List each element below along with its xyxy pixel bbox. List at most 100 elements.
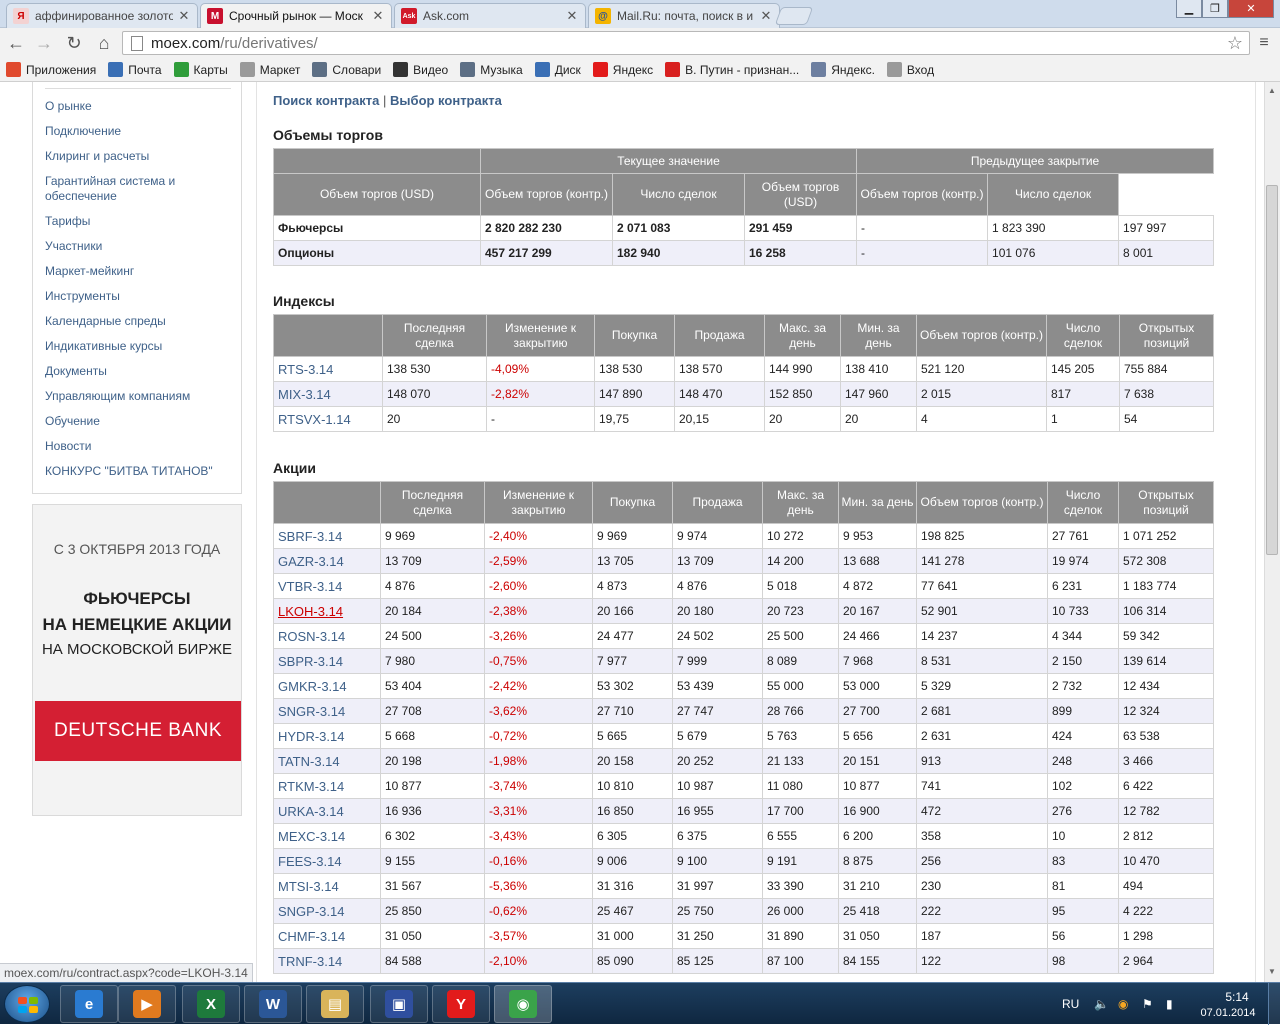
sidebar-item[interactable]: Управляющим компаниям bbox=[45, 389, 235, 404]
contract-link[interactable]: GMKR-3.14 bbox=[273, 673, 381, 699]
reload-icon[interactable]: ↻ bbox=[62, 32, 86, 54]
sidebar-item[interactable]: О рынке bbox=[45, 99, 235, 114]
bookmark-item[interactable]: Карты bbox=[173, 62, 228, 77]
bookmark-item[interactable]: Вход bbox=[886, 62, 934, 77]
address-bar[interactable]: moex.com/ru/derivatives/ ☆ bbox=[122, 31, 1250, 55]
contract-link[interactable]: RTSVX-1.14 bbox=[273, 406, 383, 432]
show-desktop-button[interactable] bbox=[1268, 983, 1280, 1025]
tab-moex[interactable]: М Срочный рынок — Моск ✕ bbox=[200, 3, 392, 28]
contract-link[interactable]: ROSN-3.14 bbox=[273, 623, 381, 649]
sidebar-item[interactable]: Маркет-мейкинг bbox=[45, 264, 235, 279]
contract-link[interactable]: SNGR-3.14 bbox=[273, 698, 381, 724]
bookmark-item[interactable]: Почта bbox=[108, 62, 162, 77]
table-cell: 222 bbox=[916, 898, 1048, 924]
choose-contract-link[interactable]: Выбор контракта bbox=[390, 93, 502, 108]
deutsche-bank-banner[interactable]: С 3 ОКТЯБРЯ 2013 ГОДА ФЬЮЧЕРСЫ НА НЕМЕЦК… bbox=[32, 504, 242, 816]
contract-link[interactable]: FEES-3.14 bbox=[273, 848, 381, 874]
flag-icon[interactable]: ⚑ bbox=[1142, 997, 1153, 1011]
contract-link[interactable]: HYDR-3.14 bbox=[273, 723, 381, 749]
tab-title: Mail.Ru: почта, поиск в и bbox=[617, 9, 754, 23]
bookmark-label: Словари bbox=[332, 62, 382, 77]
menu-icon[interactable]: ≡ bbox=[1252, 32, 1276, 54]
taskbar-excel-button[interactable]: X bbox=[182, 985, 240, 1023]
sidebar-item[interactable]: Клиринг и расчеты bbox=[45, 149, 235, 164]
bookmark-item[interactable]: Диск bbox=[534, 62, 581, 77]
contract-link[interactable]: GAZR-3.14 bbox=[273, 548, 381, 574]
tab-mailru[interactable]: @ Mail.Ru: почта, поиск в и ✕ bbox=[588, 3, 780, 28]
contract-link[interactable]: RTS-3.14 bbox=[273, 356, 383, 382]
sidebar-item[interactable]: Гарантийная система и обеспечение bbox=[45, 174, 235, 204]
bookmark-star-icon[interactable]: ☆ bbox=[1227, 33, 1243, 54]
scroll-up-icon[interactable]: ▲ bbox=[1266, 86, 1278, 98]
contract-link[interactable]: MTSI-3.14 bbox=[273, 873, 381, 899]
home-icon[interactable]: ⌂ bbox=[92, 32, 116, 54]
sidebar-item[interactable]: Новости bbox=[45, 439, 235, 454]
taskbar-media-player-button[interactable]: ▶ bbox=[118, 985, 176, 1023]
sidebar-item[interactable]: Обучение bbox=[45, 414, 235, 429]
close-icon[interactable]: ✕ bbox=[759, 8, 773, 24]
language-indicator[interactable]: RU bbox=[1062, 997, 1079, 1011]
contract-link[interactable]: SNGP-3.14 bbox=[273, 898, 381, 924]
volume-icon[interactable]: 🔈 bbox=[1094, 997, 1109, 1011]
table-cell: 20 bbox=[764, 406, 841, 432]
banner-date: С 3 ОКТЯБРЯ 2013 ГОДА bbox=[53, 541, 221, 557]
bookmark-item[interactable]: Яндекс. bbox=[811, 62, 875, 77]
search-contract-link[interactable]: Поиск контракта bbox=[273, 93, 379, 108]
tray-app-icon[interactable]: ◉ bbox=[1118, 997, 1128, 1011]
sidebar-item[interactable]: КОНКУРС "БИТВА ТИТАНОВ" bbox=[45, 464, 235, 479]
contract-link[interactable]: TATN-3.14 bbox=[273, 748, 381, 774]
table-cell: 25 750 bbox=[672, 898, 763, 924]
contract-link[interactable]: RTKM-3.14 bbox=[273, 773, 381, 799]
column-header: Число сделок bbox=[1046, 314, 1120, 357]
contract-link[interactable]: CHMF-3.14 bbox=[273, 923, 381, 949]
sidebar-item[interactable]: Участники bbox=[45, 239, 235, 254]
sidebar-item[interactable]: Тарифы bbox=[45, 214, 235, 229]
bookmark-item[interactable]: Словари bbox=[312, 62, 381, 77]
contract-link[interactable]: MEXC-3.14 bbox=[273, 823, 381, 849]
maximize-button[interactable]: ❐ bbox=[1202, 0, 1228, 18]
bookmark-item[interactable]: Приложения bbox=[6, 62, 96, 77]
bookmark-item[interactable]: Маркет bbox=[239, 62, 300, 77]
scroll-down-icon[interactable]: ▼ bbox=[1266, 967, 1278, 979]
table-cell: 148 470 bbox=[674, 381, 765, 407]
tab-ask[interactable]: Ask Ask.com ✕ bbox=[394, 3, 586, 28]
sidebar-item[interactable]: Подключение bbox=[45, 124, 235, 139]
bookmark-item[interactable]: Музыка bbox=[460, 62, 523, 77]
sidebar-item[interactable]: Индикативные курсы bbox=[45, 339, 235, 354]
bookmark-item[interactable]: Яндекс bbox=[592, 62, 653, 77]
clock-date[interactable]: 07.01.2014 bbox=[1196, 1007, 1260, 1019]
sidebar-item[interactable]: Документы bbox=[45, 364, 235, 379]
minimize-button[interactable]: ▁ bbox=[1176, 0, 1202, 18]
close-icon[interactable]: ✕ bbox=[371, 8, 385, 24]
clock-time[interactable]: 5:14 bbox=[1212, 990, 1262, 1004]
network-icon[interactable]: ▮ bbox=[1166, 997, 1173, 1011]
taskbar-save-app-button[interactable]: ▣ bbox=[370, 985, 428, 1023]
contract-link[interactable]: SBPR-3.14 bbox=[273, 648, 381, 674]
table-cell: 5 656 bbox=[838, 723, 917, 749]
back-arrow-icon[interactable]: ← bbox=[4, 32, 28, 54]
contract-link[interactable]: TRNF-3.14 bbox=[273, 948, 381, 974]
bookmark-item[interactable]: Видео bbox=[393, 62, 448, 77]
bookmark-item[interactable]: В. Путин - признан... bbox=[665, 62, 799, 77]
taskbar-chrome-button[interactable]: ◉ bbox=[494, 985, 552, 1023]
taskbar-yandex-browser-button[interactable]: Y bbox=[432, 985, 490, 1023]
start-button[interactable] bbox=[4, 985, 50, 1023]
table-cell: 145 205 bbox=[1046, 356, 1120, 382]
contract-link[interactable]: MIX-3.14 bbox=[273, 381, 383, 407]
window-close-button[interactable]: ✕ bbox=[1228, 0, 1274, 18]
contract-link[interactable]: SBRF-3.14 bbox=[273, 523, 381, 549]
contract-link[interactable]: URKA-3.14 bbox=[273, 798, 381, 824]
tab-zoloto[interactable]: Я аффинированное золото ✕ bbox=[6, 3, 198, 28]
taskbar-internet-explorer-button[interactable]: e bbox=[60, 985, 118, 1023]
forward-arrow-icon[interactable]: → bbox=[32, 32, 56, 54]
contract-link[interactable]: VTBR-3.14 bbox=[273, 573, 381, 599]
taskbar-word-button[interactable]: W bbox=[244, 985, 302, 1023]
sidebar-item[interactable]: Календарные спреды bbox=[45, 314, 235, 329]
contract-link[interactable]: LKOH-3.14 bbox=[273, 598, 381, 624]
new-tab-button[interactable] bbox=[774, 7, 814, 25]
close-icon[interactable]: ✕ bbox=[177, 8, 191, 24]
scrollbar-thumb[interactable] bbox=[1266, 185, 1278, 555]
sidebar-item[interactable]: Инструменты bbox=[45, 289, 235, 304]
taskbar-file-explorer-button[interactable]: ▤ bbox=[306, 985, 364, 1023]
close-icon[interactable]: ✕ bbox=[565, 8, 579, 24]
